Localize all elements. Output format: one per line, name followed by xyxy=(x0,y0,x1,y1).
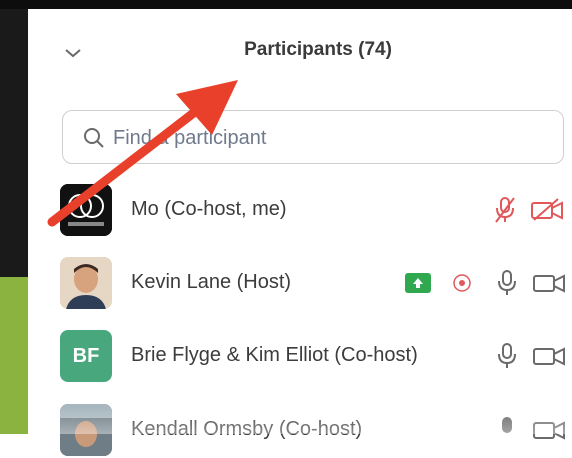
participant-name: Kevin Lane (Host) xyxy=(131,271,292,293)
microphone-icon[interactable] xyxy=(496,269,518,302)
video-area-edge xyxy=(0,9,28,434)
record-icon xyxy=(452,273,472,298)
list-fade xyxy=(28,407,572,434)
panel-title: Participants (74) xyxy=(244,39,392,60)
avatar: BF xyxy=(60,330,112,382)
search-icon xyxy=(83,127,105,149)
participant-name: Mo (Co-host, me) xyxy=(131,198,287,220)
video-area-green xyxy=(0,277,28,434)
avatar xyxy=(60,184,112,236)
microphone-icon[interactable] xyxy=(496,342,518,375)
participant-row[interactable]: Kevin Lane (Host) xyxy=(28,255,572,311)
participant-name: Brie Flyge & Kim Elliot (Co-host) xyxy=(131,344,418,366)
participant-row[interactable]: BF Brie Flyge & Kim Elliot (Co-host) xyxy=(28,328,572,384)
video-camera-icon[interactable] xyxy=(532,344,566,373)
video-off-icon[interactable] xyxy=(530,198,564,227)
avatar xyxy=(60,257,112,309)
window-top-bar xyxy=(0,0,572,9)
microphone-muted-icon[interactable] xyxy=(492,196,518,229)
video-camera-icon[interactable] xyxy=(532,271,566,300)
search-input[interactable]: Find a participant xyxy=(62,110,564,164)
participants-panel: Participants (74) Find a participant Mo … xyxy=(28,9,572,456)
chevron-down-icon[interactable] xyxy=(61,43,85,63)
screen-share-icon xyxy=(405,273,431,293)
search-placeholder: Find a participant xyxy=(113,127,267,149)
participant-row[interactable]: Mo (Co-host, me) xyxy=(28,182,572,238)
